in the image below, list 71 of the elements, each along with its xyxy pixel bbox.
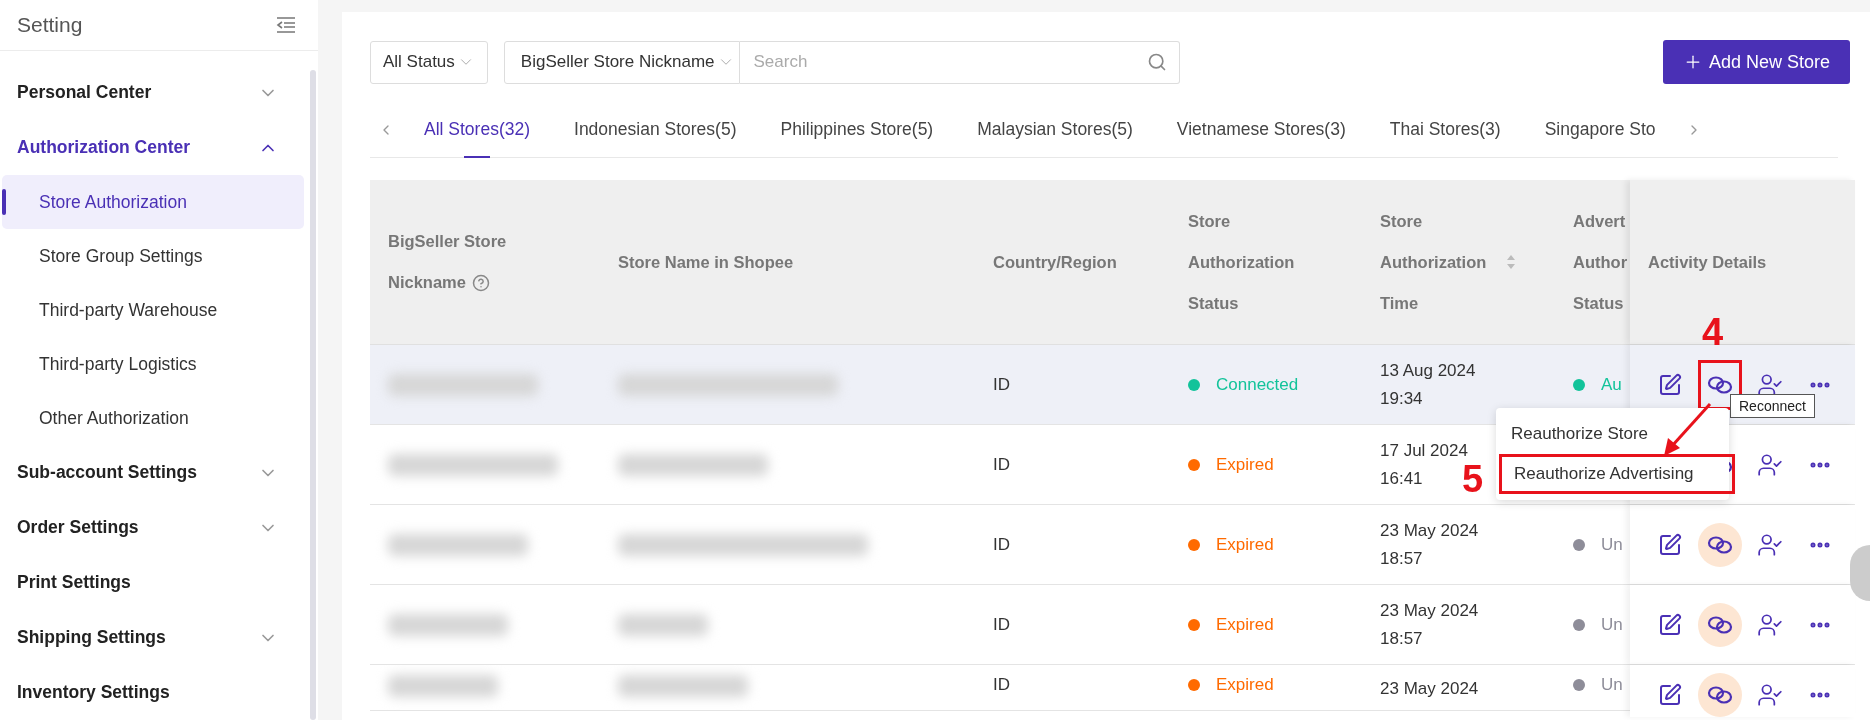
country-text: ID [993, 675, 1010, 695]
store-tab[interactable]: Singapore Sto [1522, 101, 1678, 158]
menu-item[interactable]: Reauthorize Store [1496, 414, 1729, 454]
authorization-time: 13 Aug 2024 19:34 [1380, 359, 1476, 410]
store-tab[interactable]: Vietnamese Stores(3) [1154, 101, 1368, 158]
tooltip: Reconnect [1730, 394, 1815, 418]
help-icon[interactable] [471, 273, 490, 292]
reconnect-button[interactable] [1698, 673, 1742, 717]
scrollbar[interactable] [310, 70, 316, 720]
link-icon [1707, 613, 1733, 636]
reconnect-button[interactable] [1698, 602, 1742, 647]
column-header: BigSeller Store [388, 232, 507, 251]
sidebar-group[interactable]: Sub-account Settings [0, 445, 304, 500]
column-header: Country/Region [993, 252, 1117, 272]
sidebar-title: Setting [17, 13, 83, 37]
sidebar-group[interactable]: Shipping Settings [0, 610, 304, 665]
column-header: Authorization [1380, 252, 1487, 272]
sidebar-group[interactable]: Authorization Center [0, 120, 304, 175]
status-text: Expired [1216, 675, 1274, 695]
status-text: Un [1601, 675, 1623, 695]
status-text: Un [1601, 614, 1623, 635]
country-text: ID [993, 534, 1010, 555]
status-text: Expired [1216, 454, 1274, 475]
column-header: Status [1573, 293, 1624, 313]
sidebar-item[interactable]: Third-party Warehouse [2, 283, 304, 337]
step-number: 4 [1702, 313, 1724, 351]
country-text: ID [993, 614, 1010, 635]
column-header: Author [1573, 252, 1628, 272]
add-store-button[interactable]: Add New Store [1662, 40, 1850, 84]
column-header: Advert [1573, 211, 1626, 231]
search-scope-dropdown[interactable]: BigSeller Store Nickname [503, 40, 740, 84]
search-box[interactable]: Search [739, 40, 1180, 84]
status-text: Expired [1216, 614, 1274, 635]
column-header: Store [1380, 211, 1423, 231]
store-tab[interactable]: Indonesian Stores(5) [552, 101, 759, 158]
sidebar-item[interactable]: Store Authorization [2, 175, 304, 229]
sidebar-item[interactable]: Third-party Logistics [2, 337, 304, 391]
column-header: Status [1188, 293, 1239, 313]
column-header: Time [1380, 293, 1419, 313]
sidebar-group[interactable]: Order Settings [0, 500, 304, 555]
column-header: Authorization [1188, 252, 1295, 272]
sidebar-item[interactable]: Other Authorization [2, 391, 304, 445]
status-dropdown[interactable]: All Status [370, 40, 488, 84]
sidebar-group[interactable]: Print Settings [0, 555, 304, 610]
authorization-time: 23 May 2024 [1380, 678, 1479, 700]
search-icon [1146, 52, 1167, 72]
store-tab[interactable]: Philippines Store(5) [758, 101, 956, 158]
column-header: Activity Details [1648, 252, 1767, 272]
collapse-menu-icon[interactable] [276, 17, 296, 33]
sidebar-group[interactable]: Personal Center [0, 65, 304, 120]
store-tab[interactable]: Malaysian Stores(5) [955, 101, 1155, 158]
authorization-time: 23 May 2024 18:57 [1380, 599, 1479, 650]
status-text: Connected [1216, 374, 1299, 395]
link-icon [1707, 373, 1733, 396]
sidebar-group[interactable]: Inventory Settings [0, 665, 304, 720]
status-text: Au [1601, 374, 1622, 395]
reconnect-button[interactable] [1698, 522, 1742, 567]
country-text: ID [993, 454, 1010, 475]
column-header: Nickname [388, 273, 466, 292]
column-header: Store [1188, 211, 1231, 231]
country-text: ID [993, 374, 1010, 395]
status-text: Un [1601, 534, 1623, 555]
status-text: Expired [1216, 534, 1274, 555]
column-header: Store Name in Shopee [618, 252, 794, 272]
sidebar-item[interactable]: Store Group Settings [2, 229, 304, 283]
authorization-time: 23 May 2024 18:57 [1380, 519, 1479, 570]
link-icon [1707, 684, 1733, 706]
menu-item[interactable]: Reauthorize Advertising [1499, 454, 1735, 494]
store-tab[interactable]: Thai Stores(3) [1367, 101, 1523, 158]
store-tab[interactable]: All Stores(32) [402, 101, 552, 158]
link-icon [1707, 533, 1733, 556]
